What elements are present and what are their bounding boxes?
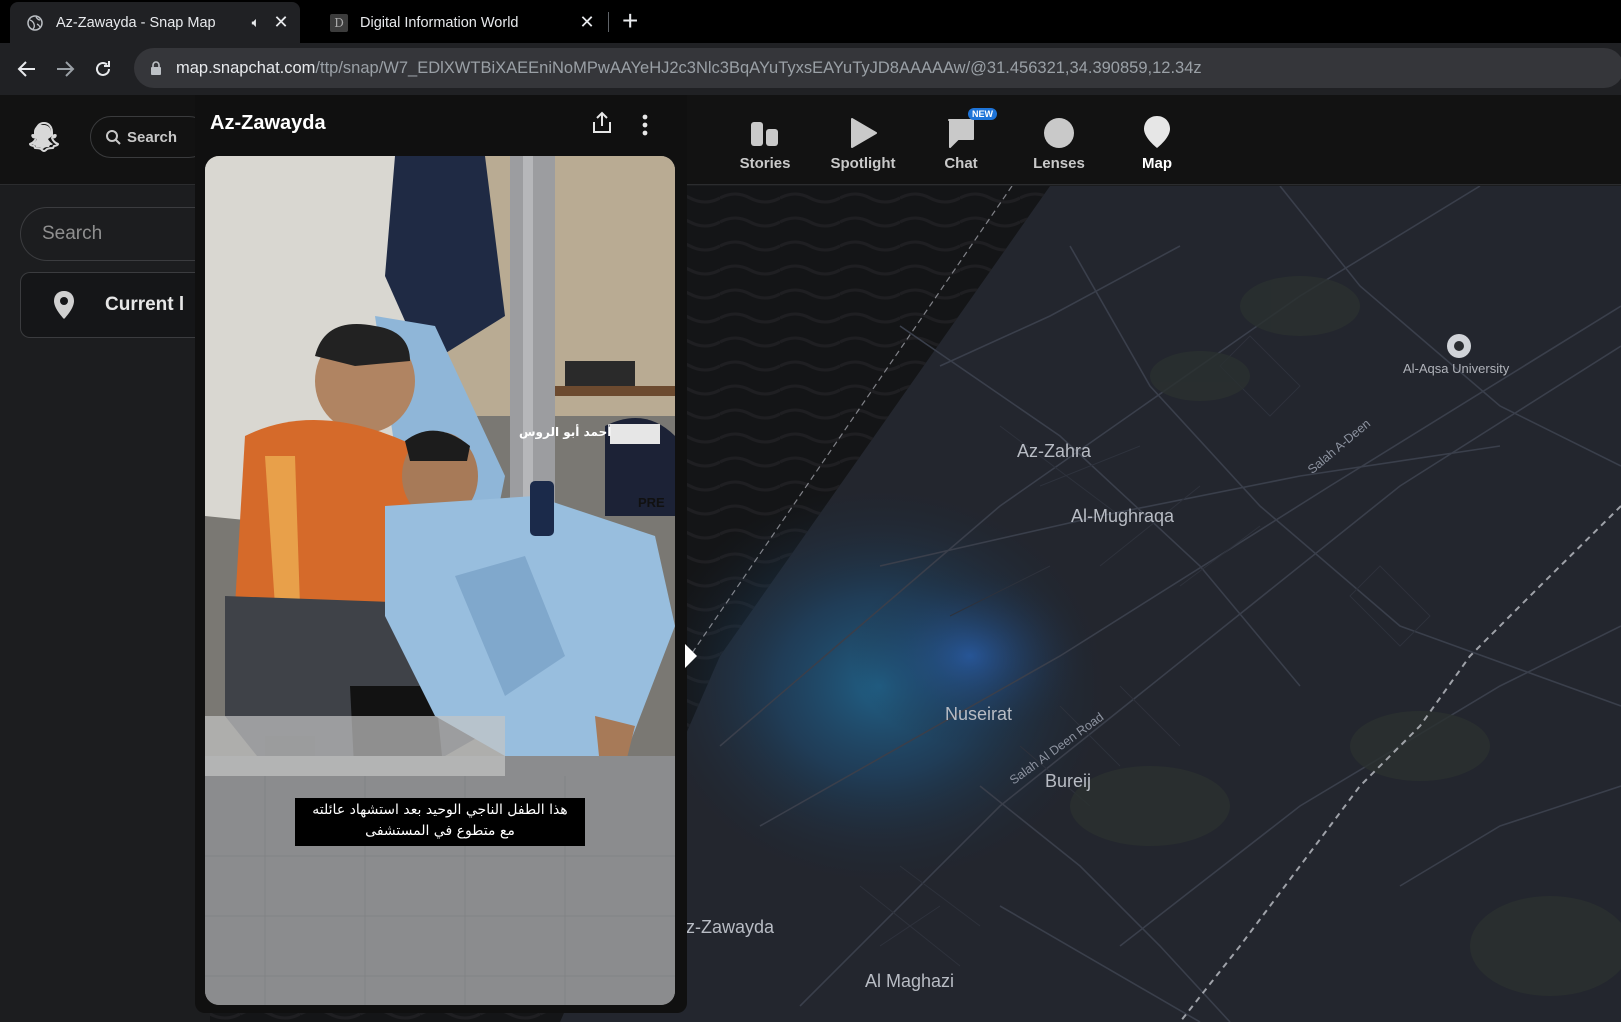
tab-digital-information-world[interactable]: D Digital Information World ✕: [314, 2, 606, 43]
story-video[interactable]: PRE أحمد أبو الروس هذا الطفل الناجي الوح…: [205, 156, 675, 1005]
snapchat-ghost-icon[interactable]: [26, 119, 62, 155]
tab-snap-map[interactable]: Az-Zawayda - Snap Map 🔈︎ ✕: [10, 2, 300, 43]
current-location-label: Current l: [105, 294, 185, 315]
snap-map-app: Al-Aqsa University Az-Zahra Al-Mughraqa …: [0, 95, 1621, 1022]
video-subtitle: هذا الطفل الناجي الوحيد بعد استشهاد عائل…: [295, 798, 585, 846]
lock-icon: [151, 61, 161, 75]
sidebar-search-input[interactable]: Search: [20, 207, 220, 261]
tab-title: Az-Zawayda - Snap Map: [56, 14, 216, 31]
url-host: map.snapchat.com: [176, 58, 316, 77]
nav-stories[interactable]: Stories: [716, 113, 814, 172]
nav-chat[interactable]: NEW Chat: [912, 108, 1010, 172]
lenses-icon: [1043, 113, 1075, 149]
address-bar[interactable]: map.snapchat.com/ttp/snap/W7_EDlXWTBiXAE…: [134, 48, 1621, 88]
map-label-al-maghazi: Al Maghazi: [865, 971, 955, 991]
close-tab-icon[interactable]: ✕: [272, 12, 290, 33]
video-subtitle-line2: مع متطوع في المستشفى: [365, 823, 515, 839]
current-location-button[interactable]: Current l: [20, 272, 220, 338]
reload-icon[interactable]: [88, 54, 118, 84]
nav-map-label: Map: [1142, 155, 1172, 172]
press-helmet-text: PRE: [638, 495, 665, 510]
new-badge: NEW: [968, 108, 997, 120]
story-title: Az-Zawayda: [210, 112, 326, 134]
nav-chat-label: Chat: [944, 155, 978, 172]
sidebar-search-placeholder: Search: [42, 223, 103, 244]
forward-arrow-icon[interactable]: [50, 54, 80, 84]
new-tab-plus-icon[interactable]: +: [622, 6, 638, 36]
close-tab-icon[interactable]: ✕: [578, 12, 596, 33]
nav-stories-label: Stories: [739, 155, 791, 172]
map-label-al-aqsa: Al-Aqsa University: [1403, 361, 1510, 376]
location-pin-icon: [54, 291, 74, 319]
map-pin-icon: [1143, 113, 1171, 149]
video-frame-image: [205, 156, 675, 1005]
nav-spotlight[interactable]: Spotlight: [814, 113, 912, 172]
share-icon[interactable]: [591, 111, 613, 135]
browser-toolbar: map.snapchat.com/ttp/snap/W7_EDlXWTBiXAE…: [0, 43, 1621, 95]
video-subtitle-line1: هذا الطفل الناجي الوحيد بعد استشهاد عائل…: [312, 802, 568, 818]
url-path: /ttp/snap/W7_EDlXWTBiXAEEniNoMPwAAYeHJ2c…: [315, 58, 1202, 77]
stories-icon: [750, 113, 780, 149]
more-options-icon[interactable]: [641, 113, 649, 137]
browser-tab-bar: Az-Zawayda - Snap Map 🔈︎ ✕ D Digital Inf…: [0, 0, 1621, 43]
nav-map[interactable]: Map: [1108, 113, 1206, 172]
nav-spotlight-label: Spotlight: [830, 155, 896, 172]
map-label-bureij: Bureij: [1045, 771, 1092, 791]
map-label-zawayda: z-Zawayda: [686, 917, 775, 937]
map-label-az-zahra: Az-Zahra: [1017, 441, 1092, 461]
nav-lenses[interactable]: Lenses: [1010, 113, 1108, 172]
header-search-label: Search: [127, 128, 178, 146]
search-icon: [106, 130, 121, 145]
map-label-nuseirat: Nuseirat: [945, 704, 1013, 724]
header-search-button[interactable]: Search: [90, 116, 210, 158]
video-name-caption: أحمد أبو الروس: [519, 425, 612, 439]
next-story-arrow-icon[interactable]: [684, 643, 698, 669]
main-nav: Stories Spotlight NEW Chat Lenses Map: [716, 108, 1206, 172]
tab-title: Digital Information World: [360, 14, 519, 31]
map-label-al-mughraqa: Al-Mughraqa: [1071, 506, 1175, 526]
back-arrow-icon[interactable]: [12, 54, 42, 84]
d-favicon-icon: D: [330, 13, 348, 32]
tab-divider: [608, 12, 609, 32]
story-viewer-panel: Az-Zawayda PRE أحمد أبو الروس هذا الطفل …: [195, 95, 687, 1013]
globe-icon: [26, 14, 44, 32]
speaker-icon[interactable]: 🔈︎: [252, 14, 260, 31]
spotlight-play-icon: [848, 113, 878, 149]
nav-lenses-label: Lenses: [1033, 155, 1085, 172]
